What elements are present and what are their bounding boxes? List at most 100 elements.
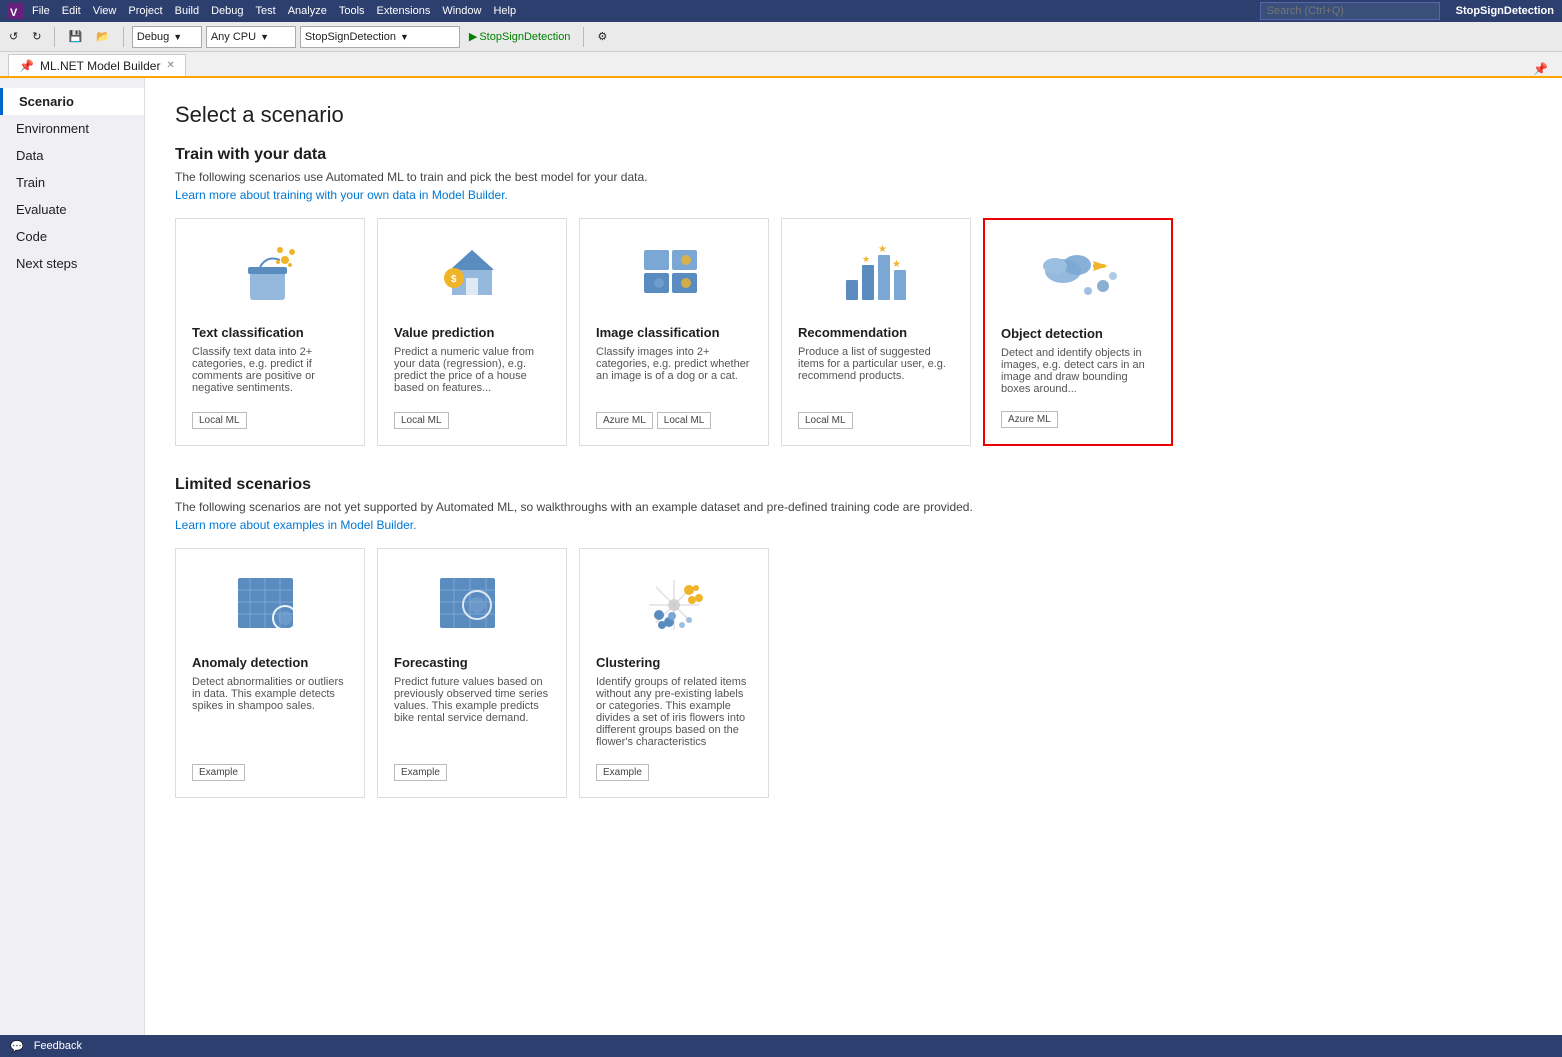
platform-dropdown[interactable]: Any CPU ▼ <box>206 26 296 48</box>
card-object-detection[interactable]: Object detection Detect and identify obj… <box>983 218 1173 446</box>
card-clustering-img <box>596 565 752 645</box>
card-value-prediction[interactable]: $ Value prediction Predict a numeric val… <box>377 218 567 446</box>
toolbar-save-btn[interactable]: 💾 <box>63 26 87 48</box>
toolbar-open-btn[interactable]: 📂 <box>91 26 115 48</box>
svg-text:★: ★ <box>862 254 870 264</box>
limited-cards-grid: Anomaly detection Detect abnormalities o… <box>175 548 1532 798</box>
card-value-prediction-badge-0: Local ML <box>394 412 449 429</box>
card-forecasting[interactable]: Forecasting Predict future values based … <box>377 548 567 798</box>
card-anomaly-detection-badges: Example <box>192 756 348 781</box>
feedback-icon: 💬 <box>10 1040 24 1053</box>
tab-close-icon[interactable]: ✕ <box>166 60 174 71</box>
card-text-classification-desc: Classify text data into 2+ categories, e… <box>192 346 348 396</box>
limited-section-desc: The following scenarios are not yet supp… <box>175 500 1532 514</box>
tab-bar: 📌 ML.NET Model Builder ✕ 📌 <box>0 52 1562 78</box>
card-anomaly-detection-img <box>192 565 348 645</box>
card-object-detection-img <box>1001 236 1155 316</box>
title-bar: V File Edit View Project Build Debug Tes… <box>0 0 1562 22</box>
menu-view[interactable]: View <box>93 5 117 17</box>
limited-section-link[interactable]: Learn more about examples in Model Build… <box>175 518 1532 532</box>
card-value-prediction-badges: Local ML <box>394 404 550 429</box>
card-object-detection-desc: Detect and identify objects in images, e… <box>1001 347 1155 395</box>
card-recommendation-badges: Local ML <box>798 404 954 429</box>
train-section-desc: The following scenarios use Automated ML… <box>175 170 1532 184</box>
menu-help[interactable]: Help <box>493 5 516 17</box>
card-text-classification-badges: Local ML <box>192 404 348 429</box>
card-value-prediction-img: $ <box>394 235 550 315</box>
toolbar-undo-btn[interactable]: ↺ <box>4 26 23 48</box>
card-image-classification-badges: Azure ML Local ML <box>596 404 752 429</box>
card-forecasting-desc: Predict future values based on previousl… <box>394 676 550 748</box>
card-text-classification-img <box>192 235 348 315</box>
card-recommendation-title: Recommendation <box>798 325 954 340</box>
status-bar: 💬 Feedback <box>0 1035 1562 1057</box>
toolbar-sep-3 <box>583 27 584 47</box>
debug-config-dropdown[interactable]: Debug ▼ <box>132 26 202 48</box>
sidebar-item-code[interactable]: Code <box>0 223 144 250</box>
menu-test[interactable]: Test <box>256 5 276 17</box>
card-image-classification-badge-0: Azure ML <box>596 412 653 429</box>
card-clustering-badge-0: Example <box>596 764 649 781</box>
limited-section-title: Limited scenarios <box>175 476 1532 494</box>
card-clustering-desc: Identify groups of related items without… <box>596 676 752 748</box>
svg-text:$: $ <box>451 274 457 285</box>
tab-label: ML.NET Model Builder <box>40 59 161 73</box>
sidebar-item-data[interactable]: Data <box>0 142 144 169</box>
card-forecasting-img <box>394 565 550 645</box>
card-anomaly-detection-title: Anomaly detection <box>192 655 348 670</box>
title-bar-right: StopSignDetection <box>1260 2 1554 20</box>
card-anomaly-detection[interactable]: Anomaly detection Detect abnormalities o… <box>175 548 365 798</box>
menu-file[interactable]: File <box>32 5 50 17</box>
card-forecasting-badge-0: Example <box>394 764 447 781</box>
card-image-classification-title: Image classification <box>596 325 752 340</box>
feedback-label[interactable]: Feedback <box>34 1040 82 1052</box>
card-forecasting-title: Forecasting <box>394 655 550 670</box>
card-image-classification-desc: Classify images into 2+ categories, e.g.… <box>596 346 752 396</box>
card-value-prediction-title: Value prediction <box>394 325 550 340</box>
card-forecasting-badges: Example <box>394 756 550 781</box>
search-input[interactable] <box>1260 2 1440 20</box>
menu-project[interactable]: Project <box>128 5 162 17</box>
startup-dropdown[interactable]: StopSignDetection ▼ <box>300 26 460 48</box>
card-recommendation-img: ★ ★ ★ <box>798 235 954 315</box>
mlnet-tab[interactable]: 📌 ML.NET Model Builder ✕ <box>8 54 186 76</box>
toolbar-sep-1 <box>54 27 55 47</box>
project-name-label: StopSignDetection <box>1456 5 1554 17</box>
sidebar-item-next-steps[interactable]: Next steps <box>0 250 144 277</box>
train-section-link[interactable]: Learn more about training with your own … <box>175 188 1532 202</box>
card-object-detection-badge-0: Azure ML <box>1001 411 1058 428</box>
menu-extensions[interactable]: Extensions <box>377 5 431 17</box>
toolbar-extra-btn[interactable]: ⚙ <box>592 26 612 48</box>
menu-window[interactable]: Window <box>442 5 481 17</box>
menu-build[interactable]: Build <box>175 5 199 17</box>
main-layout: Scenario Environment Data Train Evaluate… <box>0 78 1562 1035</box>
card-text-classification[interactable]: Text classification Classify text data i… <box>175 218 365 446</box>
svg-text:V: V <box>10 7 18 19</box>
card-clustering[interactable]: Clustering Identify groups of related it… <box>579 548 769 798</box>
content-area: Select a scenario Train with your data T… <box>145 78 1562 1035</box>
card-anomaly-detection-desc: Detect abnormalities or outliers in data… <box>192 676 348 748</box>
toolbar-redo-btn[interactable]: ↻ <box>27 26 46 48</box>
page-title: Select a scenario <box>175 102 1532 128</box>
card-text-classification-title: Text classification <box>192 325 348 340</box>
sidebar-item-environment[interactable]: Environment <box>0 115 144 142</box>
card-recommendation[interactable]: ★ ★ ★ Recommendation Produce a list of s… <box>781 218 971 446</box>
sidebar-item-evaluate[interactable]: Evaluate <box>0 196 144 223</box>
card-value-prediction-desc: Predict a numeric value from your data (… <box>394 346 550 396</box>
card-object-detection-badges: Azure ML <box>1001 403 1155 428</box>
card-image-classification-badge-1: Local ML <box>657 412 712 429</box>
menu-edit[interactable]: Edit <box>62 5 81 17</box>
run-btn[interactable]: ▶ StopSignDetection <box>464 26 576 48</box>
tab-bar-pin[interactable]: 📌 <box>1533 62 1554 76</box>
menu-analyze[interactable]: Analyze <box>288 5 327 17</box>
card-recommendation-desc: Produce a list of suggested items for a … <box>798 346 954 396</box>
card-clustering-badges: Example <box>596 756 752 781</box>
card-image-classification[interactable]: Image classification Classify images int… <box>579 218 769 446</box>
card-anomaly-detection-badge-0: Example <box>192 764 245 781</box>
menu-tools[interactable]: Tools <box>339 5 365 17</box>
sidebar-item-scenario[interactable]: Scenario <box>0 88 144 115</box>
toolbar: ↺ ↻ 💾 📂 Debug ▼ Any CPU ▼ StopSignDetect… <box>0 22 1562 52</box>
card-text-classification-badge-0: Local ML <box>192 412 247 429</box>
menu-debug[interactable]: Debug <box>211 5 243 17</box>
sidebar-item-train[interactable]: Train <box>0 169 144 196</box>
